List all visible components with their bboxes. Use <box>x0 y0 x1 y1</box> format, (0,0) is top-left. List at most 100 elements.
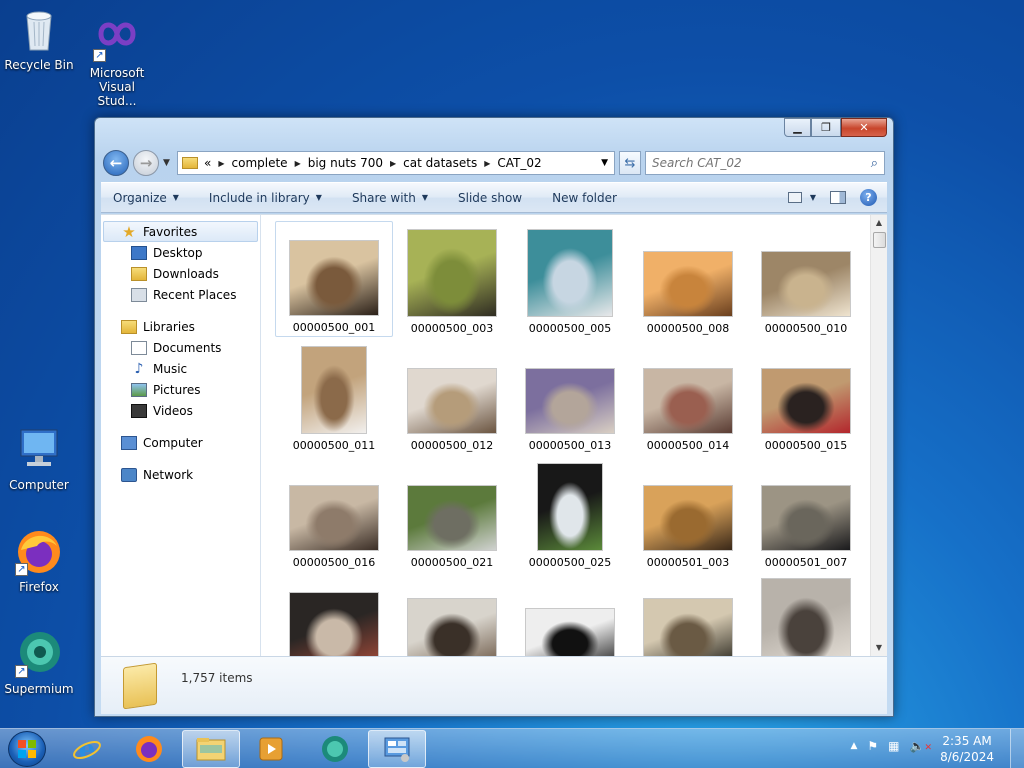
file-thumbnail[interactable] <box>747 572 865 656</box>
close-button[interactable]: ✕ <box>841 118 887 137</box>
breadcrumb-item[interactable]: cat datasets <box>403 156 477 170</box>
volume-muted-icon[interactable]: 🔈✕ <box>910 739 933 753</box>
file-name: 00000500_015 <box>764 439 848 452</box>
arrow-left-icon: ← <box>109 154 123 172</box>
new-folder-button[interactable]: New folder <box>552 191 617 205</box>
include-in-library-button[interactable]: Include in library ▼ <box>209 191 322 205</box>
taskbar-windows-explorer[interactable] <box>182 730 240 768</box>
file-thumbnail[interactable]: 00000500_010 <box>747 221 865 337</box>
show-hidden-icons-button[interactable]: ▲ <box>850 741 857 751</box>
scrollbar-thumb[interactable] <box>873 232 886 248</box>
taskbar-control-panel[interactable] <box>368 730 426 768</box>
nav-music[interactable]: ♪ Music <box>101 358 260 379</box>
star-icon: ★ <box>122 222 136 241</box>
taskbar-media-player[interactable] <box>242 730 300 768</box>
change-view-button[interactable]: ▼ <box>787 192 816 203</box>
address-bar[interactable]: « ▶ complete ▶ big nuts 700 ▶ cat datasets … <box>177 151 615 175</box>
refresh-button[interactable]: ⇆ <box>619 151 641 175</box>
desktop-icon-firefox[interactable]: ↗ Firefox <box>0 528 78 594</box>
network-status-icon[interactable]: ▦ <box>888 739 899 753</box>
downloads-icon <box>131 266 147 281</box>
address-dropdown-button[interactable]: ▼ <box>601 158 608 168</box>
desktop-icon-computer[interactable]: Computer <box>0 426 78 492</box>
svg-text:e: e <box>79 735 96 764</box>
file-thumbnail[interactable] <box>629 572 747 656</box>
desktop-icon-recycle-bin[interactable]: Recycle Bin <box>0 6 78 72</box>
nav-videos[interactable]: Videos <box>101 400 260 421</box>
chevron-right-icon[interactable]: ▶ <box>484 159 490 168</box>
file-thumbnail[interactable]: 00000501_007 <box>747 455 865 571</box>
caret-down-icon: ▼ <box>809 193 816 202</box>
clock[interactable]: 2:35 AM 8/6/2024 <box>940 733 994 765</box>
computer-icon <box>121 435 137 450</box>
share-with-button[interactable]: Share with ▼ <box>352 191 428 205</box>
nav-libraries[interactable]: Libraries <box>101 316 260 337</box>
file-thumbnail[interactable]: 00000500_021 <box>393 455 511 571</box>
file-thumbnail[interactable] <box>511 572 629 656</box>
scroll-down-button[interactable]: ▼ <box>871 640 887 656</box>
recent-pages-dropdown[interactable]: ▼ <box>163 158 173 168</box>
file-thumbnail[interactable]: 00000500_015 <box>747 338 865 454</box>
chevron-right-icon[interactable]: ▶ <box>390 159 396 168</box>
vertical-scrollbar[interactable]: ▲ ▼ <box>870 215 887 656</box>
show-desktop-button[interactable] <box>1010 729 1024 768</box>
nav-desktop[interactable]: Desktop <box>101 242 260 263</box>
nav-label: Downloads <box>153 266 219 281</box>
preview-pane-button[interactable] <box>830 191 846 204</box>
explorer-window[interactable]: ▁ ❐ ✕ ← → ▼ « ▶ complete ▶ big nuts 700 ▶ c… <box>94 117 894 717</box>
file-thumbnail[interactable]: 00000500_014 <box>629 338 747 454</box>
nav-computer[interactable]: Computer <box>101 432 260 453</box>
content-area: ★ Favorites Desktop Downloads Recent Plac… <box>101 214 887 656</box>
file-thumbnail[interactable]: 00000500_025 <box>511 455 629 571</box>
file-thumbnail[interactable]: 00000500_016 <box>275 455 393 571</box>
desktop-icon-visual-studio[interactable]: ↗ Microsoft Visual Stud... <box>78 14 156 108</box>
nav-downloads[interactable]: Downloads <box>101 263 260 284</box>
file-thumbnail[interactable]: 00000500_012 <box>393 338 511 454</box>
help-button[interactable]: ? <box>860 189 877 206</box>
maximize-button[interactable]: ❐ <box>811 118 841 137</box>
nav-favorites[interactable]: ★ Favorites <box>103 221 258 242</box>
nav-pictures[interactable]: Pictures <box>101 379 260 400</box>
nav-network[interactable]: Network <box>101 464 260 485</box>
file-thumbnail[interactable] <box>275 572 393 656</box>
file-thumbnail[interactable]: 00000500_001 <box>275 221 393 337</box>
nav-recent-places[interactable]: Recent Places <box>101 284 260 305</box>
file-name: 00000501_007 <box>764 556 848 569</box>
file-thumbnail[interactable]: 00000501_003 <box>629 455 747 571</box>
taskbar-supermium[interactable] <box>306 730 364 768</box>
libraries-icon <box>121 319 137 334</box>
breadcrumb-overflow[interactable]: « <box>204 156 211 170</box>
forward-button[interactable]: → <box>133 150 159 176</box>
search-icon[interactable]: ⌕ <box>871 156 878 171</box>
image-preview <box>407 229 497 317</box>
chevron-right-icon[interactable]: ▶ <box>295 159 301 168</box>
chevron-right-icon[interactable]: ▶ <box>218 159 224 168</box>
breadcrumb-item[interactable]: big nuts 700 <box>308 156 383 170</box>
breadcrumb-item[interactable]: complete <box>232 156 288 170</box>
firefox-icon <box>136 736 162 762</box>
file-name: 00000500_010 <box>764 322 848 335</box>
minimize-button[interactable]: ▁ <box>784 118 811 137</box>
breadcrumb-item[interactable]: CAT_02 <box>497 156 541 170</box>
file-thumbnail[interactable]: 00000500_013 <box>511 338 629 454</box>
visual-studio-icon: ↗ <box>93 14 141 62</box>
organize-button[interactable]: Organize ▼ <box>113 191 179 205</box>
file-thumbnail[interactable]: 00000500_003 <box>393 221 511 337</box>
slide-show-button[interactable]: Slide show <box>458 191 522 205</box>
start-button[interactable] <box>8 731 46 767</box>
taskbar-internet-explorer[interactable]: e <box>58 730 116 768</box>
search-input[interactable] <box>652 156 852 170</box>
search-box[interactable]: ⌕ <box>645 151 885 175</box>
file-thumbnail[interactable]: 00000500_005 <box>511 221 629 337</box>
action-center-flag-icon[interactable]: ⚑ <box>867 739 878 753</box>
taskbar-firefox[interactable] <box>120 730 178 768</box>
folder-icon <box>196 738 226 761</box>
scroll-up-button[interactable]: ▲ <box>871 215 887 231</box>
desktop-icon-supermium[interactable]: ↗ Supermium <box>0 630 78 696</box>
image-preview <box>643 598 733 656</box>
nav-documents[interactable]: Documents <box>101 337 260 358</box>
file-thumbnail[interactable]: 00000500_008 <box>629 221 747 337</box>
back-button[interactable]: ← <box>103 150 129 176</box>
file-thumbnail[interactable]: 00000500_011 <box>275 338 393 454</box>
file-thumbnail[interactable] <box>393 572 511 656</box>
